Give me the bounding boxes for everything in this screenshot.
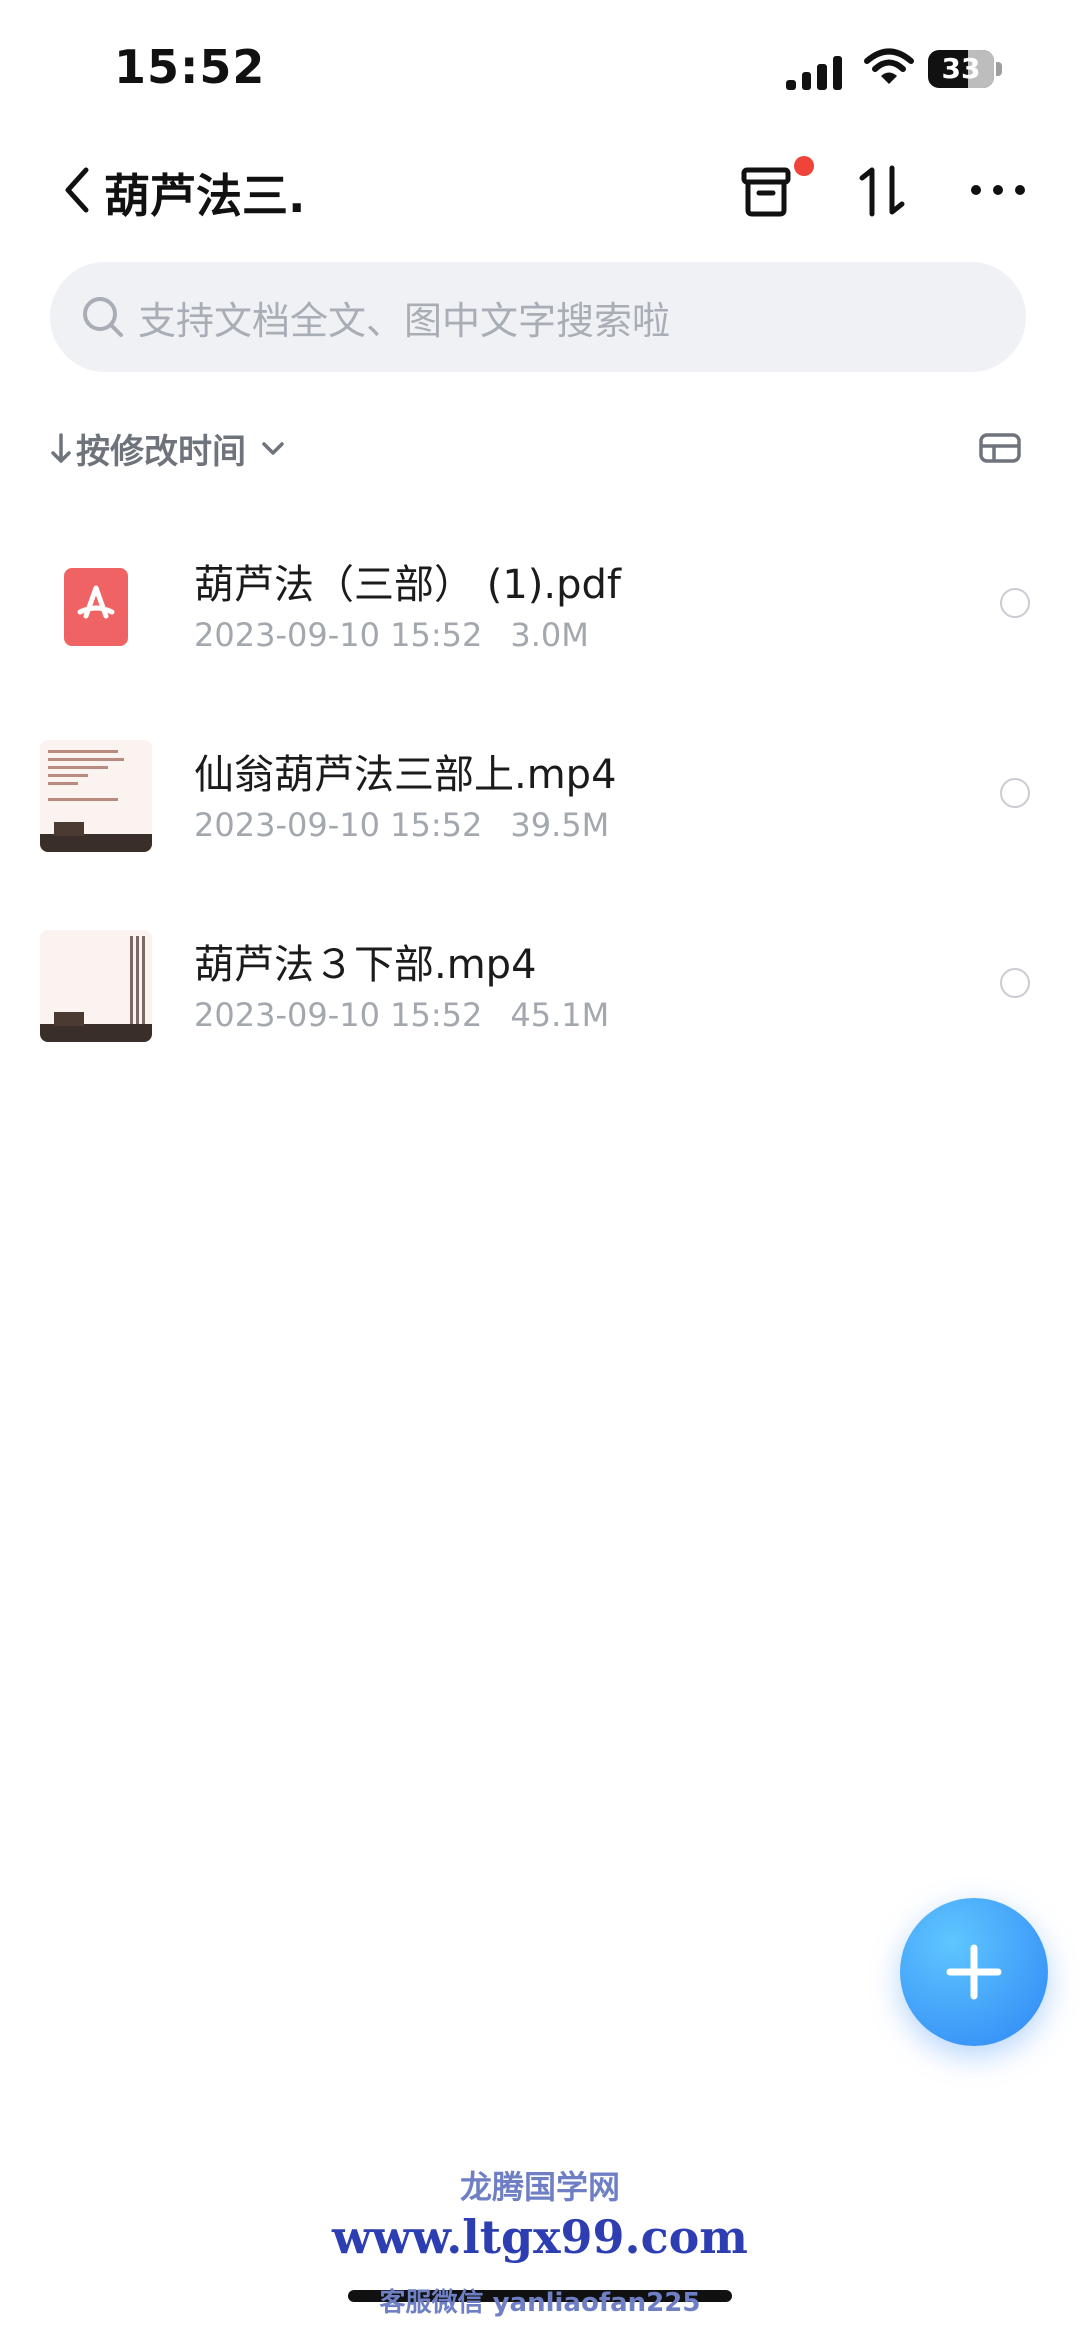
file-meta: 2023-09-10 15:52 45.1M [194,996,609,1034]
cellular-signal-icon [786,54,842,90]
recycle-bin-icon[interactable] [738,160,794,222]
search-placeholder: 支持文档全文、图中文字搜索啦 [138,299,671,343]
wifi-icon [864,48,914,84]
file-date: 2023-09-10 15:52 [194,616,483,654]
file-row[interactable]: 葫芦法（三部） (1).pdf 2023-09-10 15:52 3.0M [0,530,1080,720]
folder-title: 葫芦法三. [104,169,306,223]
file-meta: 2023-09-10 15:52 3.0M [194,616,589,654]
sort-label: 按修改时间 [76,432,246,472]
back-icon[interactable] [56,160,100,220]
status-time: 15:52 [114,40,266,94]
file-name: 葫芦法３下部.mp4 [194,942,537,988]
chevron-down-icon [262,441,284,455]
file-size: 39.5M [510,806,610,844]
watermark-contact: 客服微信 yanliaofan225 [379,2288,701,2318]
select-radio[interactable] [1000,778,1030,808]
notification-dot [794,156,814,176]
select-radio[interactable] [1000,968,1030,998]
pdf-file-icon [40,550,152,662]
video-thumbnail [40,740,152,852]
arrow-down-icon [51,432,71,463]
file-name: 葫芦法（三部） (1).pdf [194,562,621,608]
watermark-title: 龙腾国学网 [459,2168,620,2206]
file-date: 2023-09-10 15:52 [194,806,483,844]
sort-order-icon[interactable] [852,160,912,222]
more-options-icon[interactable] [968,178,1028,202]
view-mode-icon[interactable] [978,432,1022,464]
file-name: 仙翁葫芦法三部上.mp4 [194,752,617,798]
file-size: 45.1M [510,996,610,1034]
battery-cap [996,62,1002,76]
file-row[interactable]: 葫芦法３下部.mp4 2023-09-10 15:52 45.1M [0,910,1080,1100]
file-date: 2023-09-10 15:52 [194,996,483,1034]
file-meta: 2023-09-10 15:52 39.5M [194,806,609,844]
watermark-url: www.ltgx99.com [332,2210,748,2264]
file-row[interactable]: 仙翁葫芦法三部上.mp4 2023-09-10 15:52 39.5M [0,720,1080,910]
battery-level: 33 [941,52,981,85]
select-radio[interactable] [1000,588,1030,618]
add-button[interactable] [900,1898,1048,2046]
video-thumbnail [40,930,152,1042]
plus-icon [946,1944,1002,2000]
file-size: 3.0M [510,616,589,654]
search-icon [83,297,123,337]
sort-dropdown[interactable]: 按修改时间 [48,424,290,473]
battery-icon: 33 [928,50,994,88]
